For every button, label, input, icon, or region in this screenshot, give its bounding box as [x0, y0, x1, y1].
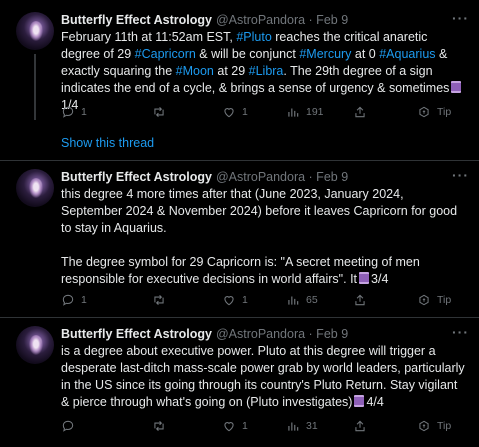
retweet-icon: [154, 294, 164, 306]
share-button[interactable]: [353, 293, 367, 307]
divider: [0, 160, 479, 161]
more-options-icon[interactable]: ···: [452, 10, 469, 26]
author-name[interactable]: Butterfly Effect Astrology: [61, 327, 212, 341]
tweet-actions: 1 1 191 Tip: [61, 105, 466, 121]
tip-label: Tip: [437, 106, 452, 118]
tweet-text: is a degree about executive power. Pluto…: [61, 343, 466, 411]
tweet-header: Butterfly Effect Astrology @AstroPandora …: [61, 170, 348, 184]
like-button[interactable]: 1: [222, 293, 248, 307]
hashtag-pluto[interactable]: #Pluto: [236, 30, 271, 44]
share-icon: [355, 420, 365, 432]
author-name[interactable]: Butterfly Effect Astrology: [61, 170, 212, 184]
views-button[interactable]: 191: [286, 105, 324, 119]
views-icon: [288, 296, 299, 305]
views-icon: [288, 422, 299, 431]
author-name[interactable]: Butterfly Effect Astrology: [61, 13, 212, 27]
avatar[interactable]: [16, 12, 54, 50]
author-handle-date[interactable]: @AstroPandora · Feb 9: [216, 170, 348, 184]
heart-icon: [224, 422, 234, 432]
tweet-actions: 1 31 Tip: [61, 419, 466, 435]
share-button[interactable]: [353, 419, 367, 433]
share-button[interactable]: [353, 105, 367, 119]
tip-icon: [419, 106, 429, 118]
hashtag-moon[interactable]: #Moon: [176, 64, 214, 78]
like-count: 1: [242, 106, 248, 118]
tip-button[interactable]: Tip: [417, 419, 451, 433]
retweet-button[interactable]: [152, 293, 172, 307]
tweet-header: Butterfly Effect Astrology @AstroPandora …: [61, 327, 348, 341]
more-options-icon[interactable]: ···: [452, 324, 469, 340]
tweet-text: February 11th at 11:52am EST, #Pluto rea…: [61, 29, 466, 114]
like-button[interactable]: 1: [222, 105, 248, 119]
view-count: 31: [306, 420, 318, 432]
reply-icon: [62, 294, 74, 306]
tip-label: Tip: [437, 294, 452, 306]
tweet-paragraph: this degree 4 more times after that (Jun…: [61, 187, 458, 235]
views-button[interactable]: 65: [286, 293, 318, 307]
thread-line: [34, 54, 36, 120]
share-icon: [355, 294, 365, 306]
retweet-button[interactable]: [152, 419, 172, 433]
avatar[interactable]: [16, 169, 54, 207]
heart-icon: [224, 296, 234, 306]
tweet-header: Butterfly Effect Astrology @AstroPandora …: [61, 13, 348, 27]
reply-icon: [62, 420, 74, 432]
retweet-icon: [154, 106, 164, 118]
views-button[interactable]: 31: [286, 419, 318, 433]
view-count: 65: [306, 294, 318, 306]
views-icon: [288, 108, 299, 117]
tweet-text: this degree 4 more times after that (Jun…: [61, 186, 466, 288]
tip-button[interactable]: Tip: [417, 105, 451, 119]
thread-spool-emoji: [451, 81, 462, 93]
view-count: 191: [306, 106, 324, 118]
hashtag-capricorn[interactable]: #Capricorn: [135, 47, 196, 61]
thread-spool-emoji: [354, 395, 365, 407]
hashtag-libra[interactable]: #Libra: [249, 64, 284, 78]
retweet-button[interactable]: [152, 105, 172, 119]
hashtag-mercury[interactable]: #Mercury: [299, 47, 351, 61]
tip-label: Tip: [437, 420, 452, 432]
reply-button[interactable]: 1: [61, 105, 87, 119]
reply-button[interactable]: [61, 419, 81, 433]
tweet-paragraph: The degree symbol for 29 Capricorn is: "…: [61, 255, 420, 286]
tip-icon: [419, 420, 429, 432]
thread-spool-emoji: [359, 272, 370, 284]
share-icon: [355, 106, 365, 118]
reply-button[interactable]: 1: [61, 293, 87, 307]
divider: [0, 317, 479, 318]
retweet-icon: [154, 420, 164, 432]
author-handle-date[interactable]: @AstroPandora · Feb 9: [216, 327, 348, 341]
like-count: 1: [242, 420, 248, 432]
author-handle-date[interactable]: @AstroPandora · Feb 9: [216, 13, 348, 27]
reply-count: 1: [81, 294, 87, 306]
tweet-paragraph: is a degree about executive power. Pluto…: [61, 344, 465, 409]
tip-button[interactable]: Tip: [417, 293, 451, 307]
like-button[interactable]: 1: [222, 419, 248, 433]
heart-icon: [224, 108, 234, 118]
reply-icon: [62, 106, 74, 118]
hashtag-aquarius[interactable]: #Aquarius: [379, 47, 435, 61]
show-thread-link[interactable]: Show this thread: [61, 136, 154, 150]
tweet-actions: 1 1 65 Tip: [61, 293, 466, 309]
avatar[interactable]: [16, 326, 54, 364]
more-options-icon[interactable]: ···: [452, 167, 469, 183]
like-count: 1: [242, 294, 248, 306]
reply-count: 1: [81, 106, 87, 118]
tip-icon: [419, 294, 429, 306]
